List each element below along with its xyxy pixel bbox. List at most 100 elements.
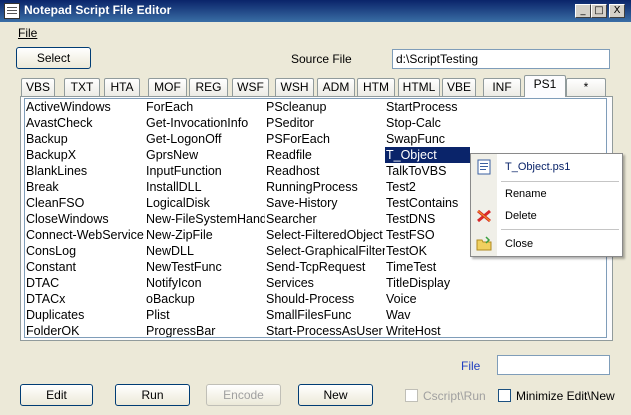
tab-txt[interactable]: TXT: [64, 78, 100, 96]
file-list-item[interactable]: DTACx: [25, 291, 145, 307]
tab-star[interactable]: *: [566, 78, 606, 96]
file-list-item[interactable]: Searcher: [265, 211, 385, 227]
file-list-item[interactable]: oBackup: [145, 291, 265, 307]
file-name-input[interactable]: [497, 355, 610, 375]
file-list-item[interactable]: SwapFunc: [385, 131, 505, 147]
file-list-item[interactable]: Constant: [25, 259, 145, 275]
tab-vbe[interactable]: VBE: [442, 78, 476, 96]
rename-label: Rename: [505, 188, 547, 200]
delete-label: Delete: [505, 210, 537, 222]
tab-adm[interactable]: ADM: [317, 78, 355, 96]
close-label: Close: [505, 238, 534, 250]
file-list-item[interactable]: Plist: [145, 307, 265, 323]
file-list-item[interactable]: StartProcess: [385, 99, 505, 115]
source-file-input[interactable]: d:\ScriptTesting: [392, 49, 610, 69]
menu-bar: [0, 22, 631, 42]
file-list-item[interactable]: New-FileSystemHandler: [145, 211, 265, 227]
file-list-item[interactable]: Stop-Calc: [385, 115, 505, 131]
folder-icon: [476, 236, 492, 251]
edit-button[interactable]: Edit: [20, 384, 93, 406]
file-list-item[interactable]: Should-Process: [265, 291, 385, 307]
file-list-item[interactable]: Send-TcpRequest: [265, 259, 385, 275]
minimize-button[interactable]: _: [575, 4, 591, 18]
tab-ps1[interactable]: PS1: [524, 75, 566, 97]
file-list-item[interactable]: DTAC: [25, 275, 145, 291]
file-list-item[interactable]: ProgressBar: [145, 323, 265, 337]
file-list-item[interactable]: Backup: [25, 131, 145, 147]
context-menu-separator: [501, 181, 619, 182]
cscript-run-checkbox[interactable]: [405, 389, 418, 402]
tab-inf[interactable]: INF: [483, 78, 521, 96]
file-list-item[interactable]: Get-InvocationInfo: [145, 115, 265, 131]
file-list-item[interactable]: CloseWindows: [25, 211, 145, 227]
context-menu-delete[interactable]: Delete: [471, 206, 622, 226]
tab-reg[interactable]: REG: [189, 78, 228, 96]
file-list-item[interactable]: PSForEach: [265, 131, 385, 147]
file-list-item[interactable]: NewTestFunc: [145, 259, 265, 275]
file-list-item[interactable]: Wav: [385, 307, 505, 323]
tab-htm[interactable]: HTM: [357, 78, 395, 96]
select-button[interactable]: Select: [16, 47, 91, 69]
file-list-item[interactable]: InstallDLL: [145, 179, 265, 195]
file-list-item[interactable]: PSeditor: [265, 115, 385, 131]
maximize-button[interactable]: □: [591, 4, 607, 18]
file-list-item[interactable]: Get-LogonOff: [145, 131, 265, 147]
file-list-item[interactable]: Duplicates: [25, 307, 145, 323]
close-button[interactable]: X: [609, 4, 625, 18]
context-menu-close[interactable]: Close: [471, 234, 622, 254]
tab-hta[interactable]: HTA: [104, 78, 140, 96]
encode-button[interactable]: Encode: [206, 384, 281, 406]
source-file-label: Source File: [291, 52, 352, 66]
file-list-item[interactable]: GprsNew: [145, 147, 265, 163]
file-list-item[interactable]: Services: [265, 275, 385, 291]
tab-mof[interactable]: MOF: [148, 78, 187, 96]
file-list-item[interactable]: NotifyIcon: [145, 275, 265, 291]
context-menu-header-item[interactable]: T_Object.ps1: [471, 157, 622, 177]
file-list-item[interactable]: Select-GraphicalFilter: [265, 243, 385, 259]
file-list-item[interactable]: Readfile: [265, 147, 385, 163]
minimize-edit-checkbox[interactable]: [498, 389, 511, 402]
file-list-item[interactable]: BackupX: [25, 147, 145, 163]
file-list-item[interactable]: PScleanup: [265, 99, 385, 115]
file-list-item[interactable]: ConsLog: [25, 243, 145, 259]
script-file-icon: [477, 159, 491, 175]
tab-wsh[interactable]: WSH: [275, 78, 314, 96]
file-list-item[interactable]: Save-History: [265, 195, 385, 211]
title-bar: Notepad Script File Editor _ □ X: [0, 0, 631, 22]
tab-wsf[interactable]: WSF: [232, 78, 269, 96]
file-list-item[interactable]: Connect-WebService: [25, 227, 145, 243]
menu-file[interactable]: File: [18, 26, 37, 40]
file-list-item[interactable]: ActiveWindows: [25, 99, 145, 115]
file-list-item[interactable]: Break: [25, 179, 145, 195]
file-list-item[interactable]: Readhost: [265, 163, 385, 179]
file-column-3: PScleanup PSeditor PSForEach Readfile Readho…: [265, 99, 385, 337]
file-list-item[interactable]: BlankLines: [25, 163, 145, 179]
file-list-item[interactable]: New-ZipFile: [145, 227, 265, 243]
context-menu-rename[interactable]: Rename: [471, 184, 622, 204]
file-list-item[interactable]: Voice: [385, 291, 505, 307]
file-list-item[interactable]: FolderOK: [25, 323, 145, 337]
file-list-item[interactable]: CleanFSO: [25, 195, 145, 211]
file-list-item[interactable]: ForEach: [145, 99, 265, 115]
file-list-item[interactable]: SmallFilesFunc: [265, 307, 385, 323]
window-title: Notepad Script File Editor: [24, 3, 172, 17]
cscript-run-label: Cscript\Run: [423, 389, 486, 403]
file-list-item[interactable]: InputFunction: [145, 163, 265, 179]
tab-vbs[interactable]: VBS: [21, 78, 55, 96]
file-list-item[interactable]: AvastCheck: [25, 115, 145, 131]
tab-html[interactable]: HTML: [398, 78, 440, 96]
file-label: File: [461, 359, 481, 373]
file-list-item[interactable]: TitleDisplay: [385, 275, 505, 291]
file-list-item[interactable]: Select-FilteredObject: [265, 227, 385, 243]
file-list-item[interactable]: LogicalDisk: [145, 195, 265, 211]
file-list-item[interactable]: T_Object: [385, 147, 470, 163]
file-list-item[interactable]: Start-ProcessAsUser: [265, 323, 385, 337]
file-list-item[interactable]: TimeTest: [385, 259, 505, 275]
file-list-item[interactable]: NewDLL: [145, 243, 265, 259]
file-list-item[interactable]: WriteHost: [385, 323, 505, 337]
new-button[interactable]: New: [298, 384, 373, 406]
run-button[interactable]: Run: [115, 384, 190, 406]
file-list-item[interactable]: RunningProcess: [265, 179, 385, 195]
minimize-edit-label: Minimize Edit\New: [516, 389, 615, 403]
context-menu: T_Object.ps1 Rename Delete Close: [470, 153, 623, 257]
